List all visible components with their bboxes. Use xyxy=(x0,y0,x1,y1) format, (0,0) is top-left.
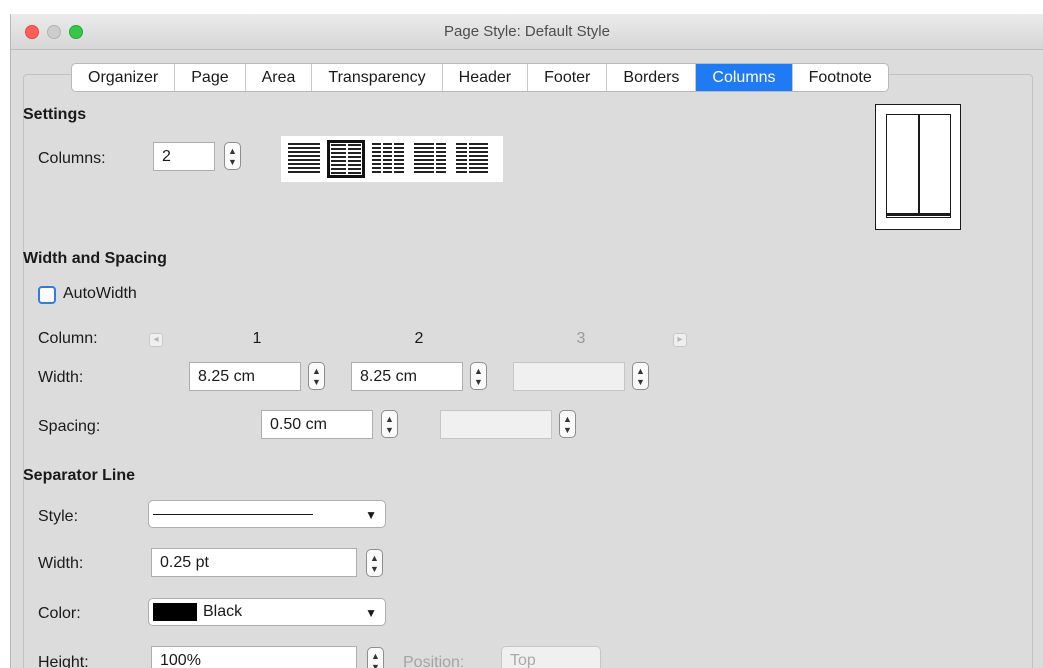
column3-width-stepper[interactable]: ▲ ▼ xyxy=(632,362,649,390)
tab-transparency[interactable]: Transparency xyxy=(312,64,443,91)
settings-heading: Settings xyxy=(23,106,87,123)
tab-header[interactable]: Header xyxy=(443,64,529,91)
columns-count-input[interactable]: 2 xyxy=(153,142,215,171)
tab-bar: Organizer Page Area Transparency Header … xyxy=(71,63,889,92)
separator-width-input[interactable]: 0.25 pt xyxy=(151,548,357,577)
separator-color-dropdown[interactable]: Black ▼ xyxy=(148,598,386,626)
column3-width-input[interactable] xyxy=(513,362,625,391)
preset-two-columns-left-large[interactable] xyxy=(411,140,449,178)
separator-width-label: Width: xyxy=(38,555,84,572)
preset-one-column[interactable] xyxy=(285,140,323,178)
tab-borders[interactable]: Borders xyxy=(607,64,697,91)
separator-height-input[interactable]: 100% xyxy=(151,646,357,668)
spacing1-input[interactable]: 0.50 cm xyxy=(261,410,373,439)
width-label: Width: xyxy=(38,369,84,386)
width-spacing-heading: Width and Spacing xyxy=(23,250,167,267)
window-title: Page Style: Default Style xyxy=(444,23,610,40)
position-dropdown[interactable]: Top xyxy=(501,646,601,668)
columns-preview xyxy=(875,104,961,230)
chevron-down-icon: ▼ xyxy=(365,606,377,620)
preset-two-columns-right-large[interactable] xyxy=(453,140,491,178)
position-label: Position: xyxy=(403,654,465,668)
color-swatch xyxy=(153,603,197,621)
column-presets xyxy=(281,136,503,182)
separator-height-stepper[interactable]: ▲ ▼ xyxy=(367,647,384,668)
tab-area[interactable]: Area xyxy=(246,64,313,91)
column1-width-input[interactable]: 8.25 cm xyxy=(189,362,301,391)
spacing2-stepper[interactable]: ▲ ▼ xyxy=(559,410,576,438)
title-bar: Page Style: Default Style xyxy=(11,14,1043,50)
chevron-down-icon: ▼ xyxy=(365,508,377,522)
separator-height-label: Height: xyxy=(38,654,89,668)
column2-width-stepper[interactable]: ▲ ▼ xyxy=(470,362,487,390)
column-number-3: 3 xyxy=(576,330,586,347)
autowidth-label: AutoWidth xyxy=(63,285,137,302)
tab-columns[interactable]: Columns xyxy=(696,64,793,91)
preview-footer-line xyxy=(887,213,950,216)
column2-width-input[interactable]: 8.25 cm xyxy=(351,362,463,391)
separator-color-label: Color: xyxy=(38,605,81,622)
separator-width-stepper[interactable]: ▲ ▼ xyxy=(366,549,383,577)
tab-page[interactable]: Page xyxy=(175,64,246,91)
dialog-window: Page Style: Default Style Organizer Page… xyxy=(10,14,1043,668)
column-next-arrow-icon[interactable]: ▸ xyxy=(673,333,687,347)
column-number-1: 1 xyxy=(252,330,262,347)
preview-column-separator xyxy=(918,115,920,213)
column-label: Column: xyxy=(38,330,98,347)
spacing2-input[interactable] xyxy=(440,410,552,439)
separator-line-heading: Separator Line xyxy=(23,467,136,484)
preview-page xyxy=(886,114,951,218)
spacing-label: Spacing: xyxy=(38,418,101,435)
column1-width-stepper[interactable]: ▲ ▼ xyxy=(308,362,325,390)
autowidth-checkbox[interactable] xyxy=(38,286,56,304)
column-number-2: 2 xyxy=(414,330,424,347)
columns-count-stepper[interactable]: ▲ ▼ xyxy=(224,142,241,170)
line-style-preview xyxy=(153,514,313,515)
column-previous-arrow-icon[interactable]: ◂ xyxy=(149,333,163,347)
preset-three-columns[interactable] xyxy=(369,140,407,178)
spacing1-stepper[interactable]: ▲ ▼ xyxy=(381,410,398,438)
columns-label: Columns: xyxy=(38,150,106,167)
tab-organizer[interactable]: Organizer xyxy=(72,64,176,91)
separator-style-label: Style: xyxy=(38,508,79,525)
color-name: Black xyxy=(203,603,243,620)
preset-two-columns[interactable] xyxy=(327,140,365,178)
tab-footnote[interactable]: Footnote xyxy=(793,64,888,91)
separator-style-dropdown[interactable]: ▼ xyxy=(148,500,386,528)
tab-footer[interactable]: Footer xyxy=(528,64,608,91)
